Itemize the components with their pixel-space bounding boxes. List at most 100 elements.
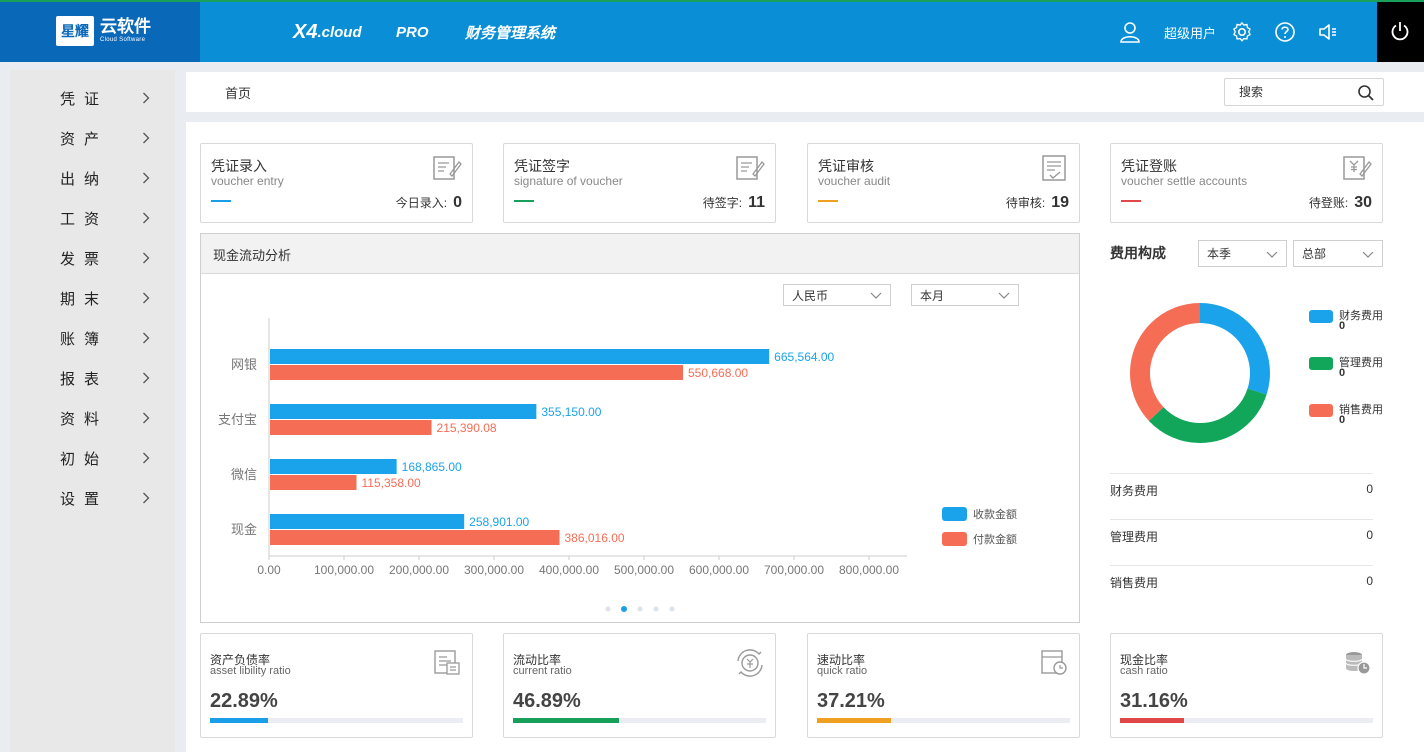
fee-name: 财务费用 (1110, 484, 1159, 498)
speaker-icon[interactable] (1317, 21, 1339, 43)
department-select[interactable]: 总部 (1293, 240, 1383, 267)
sidebar-item[interactable]: 工资 (10, 198, 175, 238)
card-count: 今日录入: 0 (396, 194, 462, 212)
category-label: 微信 (231, 467, 257, 482)
legend-label: 财务费用 (1339, 310, 1383, 322)
summary-card[interactable]: 凭证录入 voucher entry 今日录入: 0 (200, 143, 473, 223)
bar[interactable] (270, 404, 537, 419)
card-accent-line (211, 200, 231, 202)
ratio-card[interactable]: 速动比率 quick ratio 37.21% (807, 633, 1080, 738)
card-count-value: 11 (748, 194, 765, 211)
bar-value-label: 665,564.00 (774, 350, 834, 364)
product-edition: PRO (396, 23, 429, 41)
document-edit-icon (433, 156, 462, 180)
search-input[interactable] (1225, 79, 1355, 105)
gear-icon[interactable] (1231, 21, 1253, 43)
carousel-dot[interactable] (605, 606, 611, 612)
category-label: 现金 (231, 522, 257, 537)
sidebar-item[interactable]: 凭证 (10, 78, 175, 118)
card-count: 待审核: 19 (1006, 194, 1069, 212)
ratio-card[interactable]: 资产负债率 asset libility ratio 22.89% (200, 633, 473, 738)
ratio-value: 31.16% (1120, 690, 1188, 712)
carousel-dot[interactable] (669, 606, 675, 612)
bar[interactable] (270, 514, 465, 529)
x-tick-label: 100,000.00 (314, 563, 374, 577)
sidebar-item[interactable]: 资料 (10, 398, 175, 438)
logo[interactable]: 星耀 云软件 Cloud Software (56, 16, 151, 46)
sidebar-item[interactable]: 初始 (10, 438, 175, 478)
search-icon[interactable] (1357, 84, 1375, 102)
chevron-right-icon (143, 252, 150, 264)
fee-name: 管理费用 (1110, 530, 1159, 544)
breadcrumb-home[interactable]: 首页 (225, 72, 251, 112)
legend-swatch[interactable] (942, 507, 967, 521)
legend-label[interactable]: 收款金额 (973, 507, 1017, 521)
bar[interactable] (270, 475, 357, 490)
ratio-progress-fill (1120, 718, 1184, 723)
summary-card[interactable]: 凭证审核 voucher audit 待审核: 19 (807, 143, 1080, 223)
bar[interactable] (270, 349, 770, 364)
season-select[interactable]: 本季 (1198, 240, 1287, 267)
cash-flow-panel-header: 现金流动分析 (201, 234, 1079, 274)
ratio-progress-fill (817, 718, 891, 723)
bar-value-label: 386,016.00 (565, 531, 625, 545)
carousel-dot[interactable] (637, 606, 643, 612)
sidebar-item[interactable]: 资产 (10, 118, 175, 158)
category-label: 支付宝 (218, 412, 257, 427)
card-count-value: 0 (453, 194, 462, 211)
card-title: 凭证审核 (818, 158, 874, 174)
ratio-card[interactable]: 现金比率 cash ratio 31.16% (1110, 633, 1383, 738)
sidebar-item[interactable]: 报表 (10, 358, 175, 398)
logo-name: 云软件 (100, 17, 151, 36)
sidebar-item[interactable]: 发票 (10, 238, 175, 278)
ratio-progress-track (513, 718, 766, 723)
logout-button[interactable] (1377, 2, 1424, 62)
card-subtitle: voucher audit (818, 174, 891, 188)
carousel-dot[interactable] (621, 606, 627, 612)
summary-card[interactable]: 凭证签字 signature of voucher 待签字: 11 (503, 143, 776, 223)
logo-text: 云软件 Cloud Software (100, 18, 151, 44)
search-box[interactable] (1224, 78, 1384, 106)
card-count-label: 待审核: (1005, 196, 1046, 210)
bar[interactable] (270, 365, 684, 380)
ratio-subtitle: asset libility ratio (210, 665, 291, 677)
summary-card[interactable]: 凭证登账 voucher settle accounts 待登账: 30 (1110, 143, 1383, 223)
power-icon (1391, 22, 1409, 41)
sidebar-item-label: 初始 (60, 450, 109, 468)
sidebar-item[interactable]: 期末 (10, 278, 175, 318)
chevron-right-icon (143, 92, 150, 104)
ratio-subtitle: cash ratio (1120, 665, 1168, 677)
help-icon[interactable] (1274, 21, 1296, 43)
chevron-right-icon (143, 172, 150, 184)
x-tick-label: 400,000.00 (539, 563, 599, 577)
sidebar-item[interactable]: 账簿 (10, 318, 175, 358)
legend-label[interactable]: 付款金额 (973, 532, 1017, 546)
legend-swatch (1309, 310, 1333, 323)
card-title: 凭证签字 (514, 158, 570, 174)
x-tick-label: 700,000.00 (764, 563, 824, 577)
document-edit-icon (1042, 155, 1066, 181)
fee-title: 费用构成 (1110, 245, 1166, 261)
balance-sheet-icon (434, 650, 460, 675)
bar-value-label: 115,358.00 (362, 476, 421, 490)
chevron-right-icon (143, 292, 150, 304)
carousel-dot[interactable] (653, 606, 659, 612)
bar[interactable] (270, 530, 560, 545)
user-icon[interactable] (1119, 21, 1141, 43)
chevron-right-icon (143, 132, 150, 144)
legend-label: 管理费用 (1339, 357, 1383, 369)
ratio-card[interactable]: 流动比率 current ratio 46.89% (503, 633, 776, 738)
ratio-progress-track (1120, 718, 1373, 723)
ratio-subtitle: current ratio (513, 665, 572, 677)
current-user-label[interactable]: 超级用户 (1164, 2, 1216, 62)
chevron-down-icon (1266, 251, 1278, 258)
sidebar-item[interactable]: 设置 (10, 478, 175, 518)
bar[interactable] (270, 420, 432, 435)
sidebar-item[interactable]: 出纳 (10, 158, 175, 198)
cash-flow-chart: 0.00 100,000.00 200,000.00 300,000.00 400,00… (218, 318, 1017, 612)
ratio-progress-track (210, 718, 463, 723)
legend-swatch[interactable] (942, 532, 967, 546)
bar[interactable] (270, 459, 397, 474)
sidebar: 凭证 资产 出纳 工资 发票 期末 账簿 报表 资料初始设置 (10, 70, 175, 752)
card-accent-line (818, 200, 838, 202)
